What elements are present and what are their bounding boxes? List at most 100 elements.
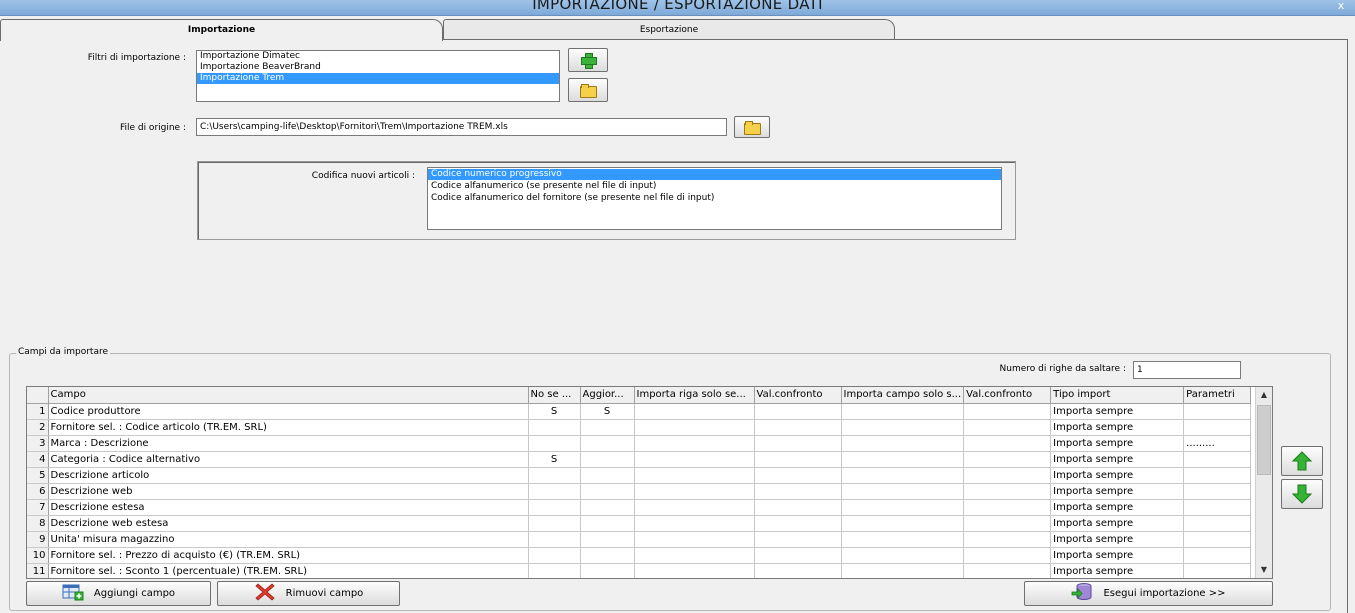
cell[interactable] [634,563,755,578]
cell-tipo[interactable]: Importa sempre [1050,531,1185,548]
cell-tipo[interactable]: Importa sempre [1050,515,1185,532]
cell[interactable] [754,435,842,452]
column-header[interactable]: Aggior... [580,387,635,404]
coding-list[interactable]: Codice numerico progressivo Codice alfan… [427,167,1002,230]
cell-agg[interactable] [580,499,635,516]
cell-tipo[interactable]: Importa sempre [1050,547,1185,564]
cell[interactable] [634,547,755,564]
cell-param[interactable] [1183,467,1252,484]
cell-agg[interactable] [580,515,635,532]
close-icon[interactable]: x [1335,0,1347,12]
cell-campo[interactable]: Descrizione articolo [48,467,529,484]
cell-param[interactable]: ......... [1183,435,1252,452]
cell[interactable] [841,531,965,548]
cell[interactable] [841,563,965,578]
cell-campo[interactable]: Fornitore sel. : Sconto 1 (percentuale) … [48,563,529,578]
cell[interactable] [634,483,755,500]
cell[interactable] [634,531,755,548]
cell[interactable] [754,403,842,420]
remove-field-button[interactable]: Rimuovi campo [217,581,400,606]
cell[interactable] [754,499,842,516]
cell[interactable] [963,547,1052,564]
cell-campo[interactable]: Unita' misura magazzino [48,531,529,548]
add-filter-button[interactable] [568,48,608,72]
cell-param[interactable] [1183,563,1252,578]
column-header[interactable]: Campo [48,387,529,404]
cell[interactable] [841,451,965,468]
cell-campo[interactable]: Descrizione estesa [48,499,529,516]
cell-agg[interactable]: S [580,403,635,420]
cell-nose[interactable] [528,547,581,564]
cell-agg[interactable] [580,483,635,500]
cell[interactable] [963,563,1052,578]
cell-tipo[interactable]: Importa sempre [1050,499,1185,516]
cell[interactable] [634,451,755,468]
table-row[interactable]: 8 Descrizione web estesa Importa sempre [27,515,1252,532]
cell-agg[interactable] [580,419,635,436]
cell-param[interactable] [1183,499,1252,516]
tab-esportazione[interactable]: Esportazione [443,19,895,40]
cell[interactable] [634,499,755,516]
move-up-button[interactable] [1281,446,1323,476]
cell[interactable] [841,483,965,500]
cell[interactable] [841,547,965,564]
cell-param[interactable] [1183,451,1252,468]
cell[interactable] [963,419,1052,436]
cell-agg[interactable] [580,547,635,564]
import-filters-list[interactable]: Importazione Dimatec Importazione Beaver… [196,50,560,102]
table-row[interactable]: 5 Descrizione articolo Importa sempre [27,467,1252,484]
tab-importazione[interactable]: Importazione [0,19,443,41]
cell-agg[interactable] [580,563,635,578]
cell-nose[interactable] [528,563,581,578]
cell[interactable] [754,451,842,468]
cell[interactable] [841,419,965,436]
column-header[interactable]: Val.confronto [963,387,1052,404]
cell[interactable] [841,499,965,516]
cell-param[interactable] [1183,515,1252,532]
cell[interactable] [634,467,755,484]
cell-tipo[interactable]: Importa sempre [1050,435,1185,452]
cell[interactable] [841,435,965,452]
cell[interactable] [754,563,842,578]
cell[interactable] [963,483,1052,500]
source-file-input[interactable]: C:\Users\camping-life\Desktop\Fornitori\… [196,118,727,136]
column-header[interactable]: Importa riga solo se... [634,387,755,404]
cell[interactable] [754,515,842,532]
cell[interactable] [634,419,755,436]
cell[interactable] [963,403,1052,420]
cell-campo[interactable]: Fornitore sel. : Codice articolo (TR.EM.… [48,419,529,436]
cell-agg[interactable] [580,435,635,452]
cell[interactable] [754,483,842,500]
cell-tipo[interactable]: Importa sempre [1050,403,1185,420]
cell-tipo[interactable]: Importa sempre [1050,451,1185,468]
cell-nose[interactable]: S [528,403,581,420]
cell[interactable] [634,403,755,420]
cell[interactable] [963,451,1052,468]
cell-param[interactable] [1183,547,1252,564]
cell[interactable] [754,467,842,484]
cell[interactable] [841,467,965,484]
cell-nose[interactable]: S [528,451,581,468]
table-row[interactable]: 9 Unita' misura magazzino Importa sempre [27,531,1252,548]
list-item[interactable]: Importazione BeaverBrand [197,62,559,73]
cell-tipo[interactable]: Importa sempre [1050,467,1185,484]
grid-vertical-scrollbar[interactable]: ▲ ▼ [1255,387,1272,578]
skip-rows-input[interactable]: 1 [1133,361,1241,379]
column-header[interactable]: Tipo import [1050,387,1185,404]
cell-param[interactable] [1183,531,1252,548]
cell[interactable] [963,467,1052,484]
open-filter-button[interactable] [568,78,608,102]
cell-campo[interactable]: Marca : Descrizione [48,435,529,452]
browse-file-button[interactable] [734,116,770,138]
list-item-selected[interactable]: Codice numerico progressivo [428,169,1001,180]
cell-campo[interactable]: Codice produttore [48,403,529,420]
cell-param[interactable] [1183,483,1252,500]
cell-agg[interactable] [580,451,635,468]
scroll-up-icon[interactable]: ▲ [1256,387,1272,403]
cell[interactable] [841,515,965,532]
column-header[interactable]: Importa campo solo s... [841,387,965,404]
cell[interactable] [634,435,755,452]
cell-campo[interactable]: Categoria : Codice alternativo [48,451,529,468]
run-import-button[interactable]: Esegui importazione >> [1024,581,1273,606]
cell-nose[interactable] [528,531,581,548]
